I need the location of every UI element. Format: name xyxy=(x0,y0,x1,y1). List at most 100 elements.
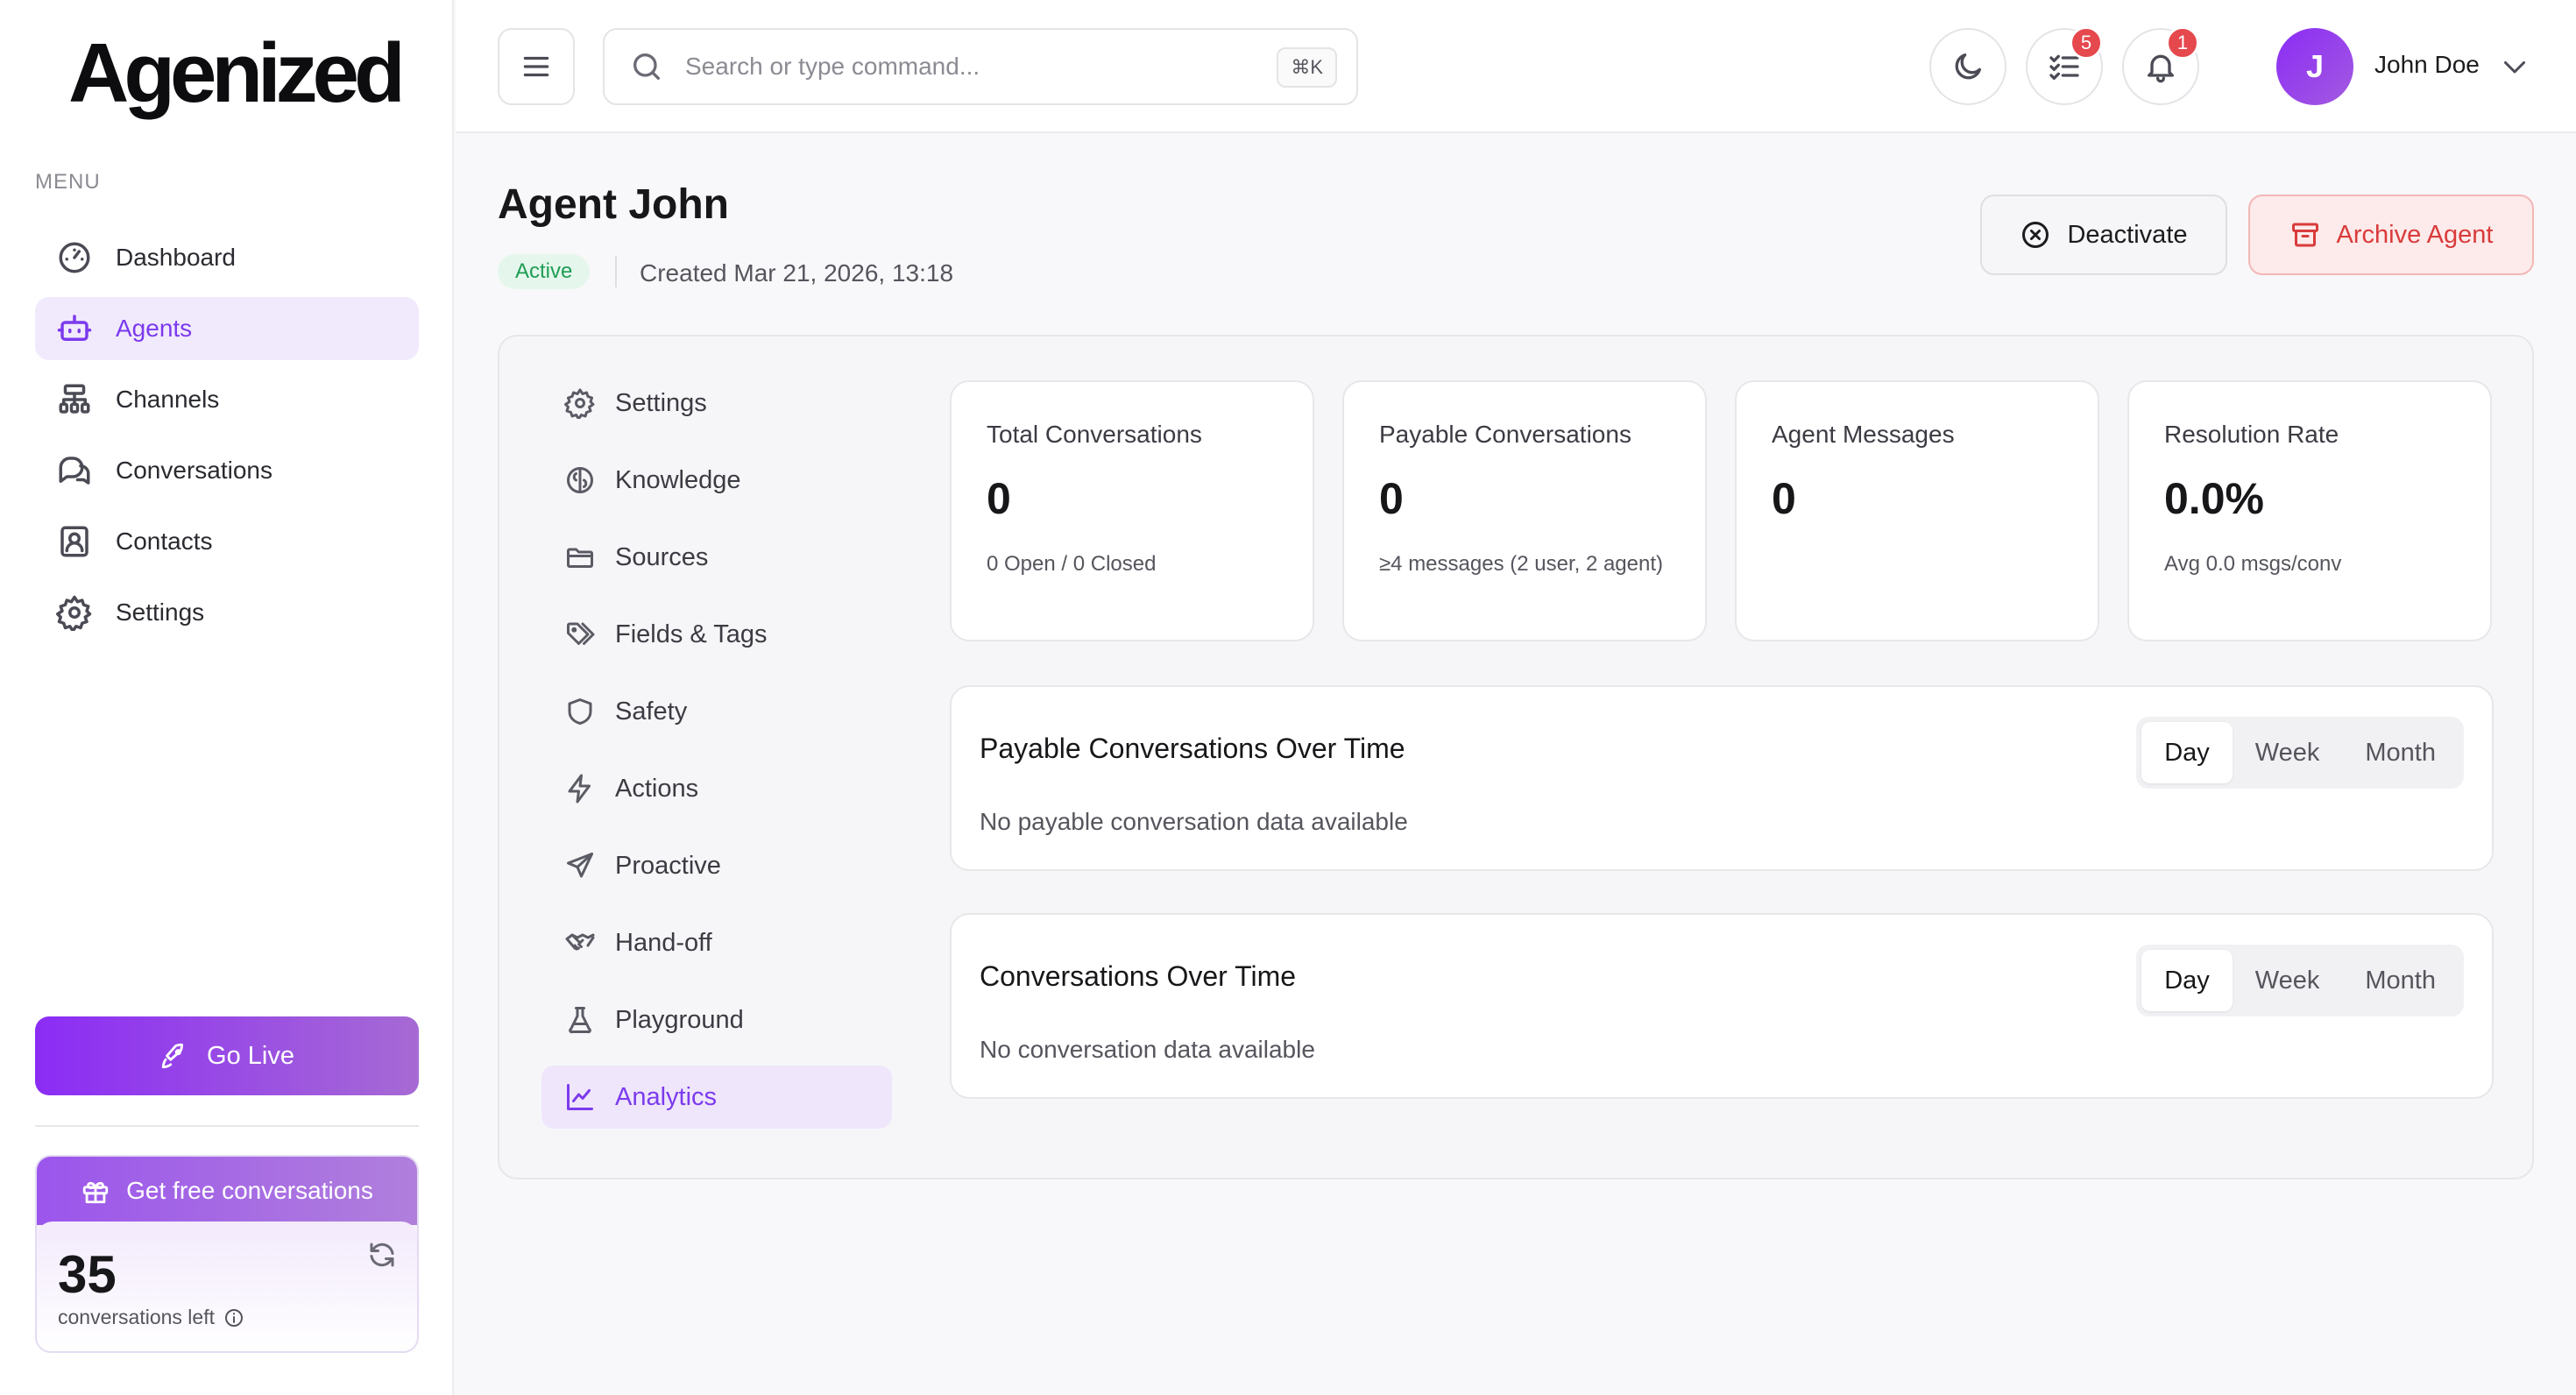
go-live-button[interactable]: Go Live xyxy=(35,1016,419,1095)
status-badge: Active xyxy=(498,254,591,289)
stat-value: 0 xyxy=(1772,474,1796,523)
stat-card-resolution-rate: Resolution Rate 0.0% Avg 0.0 msgs/conv xyxy=(2127,380,2492,641)
gift-icon xyxy=(82,1181,109,1204)
nav-item-agents[interactable]: Agents xyxy=(35,297,419,360)
search-bar[interactable]: ⌘K xyxy=(603,28,1358,105)
tab-sources[interactable]: Sources xyxy=(541,526,892,589)
stat-card-total-conversations: Total Conversations 0 0 Open / 0 Closed xyxy=(950,380,1314,641)
chart-empty-message: No payable conversation data available xyxy=(980,808,1408,835)
nav-item-contacts[interactable]: Contacts xyxy=(35,510,419,573)
tab-label: Settings xyxy=(615,388,707,417)
topbar: ⌘K 5 1 J John Doe xyxy=(456,0,2576,133)
range-week-button[interactable]: Week xyxy=(2233,950,2343,1011)
tab-hand-off[interactable]: Hand-off xyxy=(541,911,892,974)
x-circle-icon xyxy=(2022,222,2049,248)
nav-item-conversations[interactable]: Conversations xyxy=(35,439,419,502)
user-name[interactable]: John Doe xyxy=(2374,51,2480,79)
gauge-icon xyxy=(59,242,90,273)
contact-icon xyxy=(60,526,88,557)
moon-icon xyxy=(1955,53,1981,80)
conversations-chart-card: Conversations Over Time No conversation … xyxy=(950,913,2494,1099)
notifications-badge: 1 xyxy=(2166,26,2199,60)
tab-label: Hand-off xyxy=(615,928,712,957)
menu-toggle-button[interactable] xyxy=(498,28,575,105)
stat-sub: Avg 0.0 msgs/conv xyxy=(2164,552,2342,576)
range-day-button[interactable]: Day xyxy=(2141,950,2233,1011)
tab-knowledge[interactable]: Knowledge xyxy=(541,449,892,512)
nav-item-settings[interactable]: Settings xyxy=(35,581,419,644)
tab-label: Proactive xyxy=(615,851,721,880)
chat-icon xyxy=(59,457,90,485)
tasks-button[interactable]: 5 xyxy=(2026,26,2103,105)
tab-settings[interactable]: Settings xyxy=(541,372,892,435)
stat-card-payable-conversations: Payable Conversations 0 ≥4 messages (2 u… xyxy=(1342,380,1707,641)
nav-label: Channels xyxy=(116,386,220,413)
tab-label: Fields & Tags xyxy=(615,620,768,648)
range-day-button[interactable]: Day xyxy=(2141,722,2233,783)
shield-icon xyxy=(568,698,592,725)
created-date: Created Mar 21, 2026, 13:18 xyxy=(640,259,954,287)
stat-label: Payable Conversations xyxy=(1379,421,1631,448)
archive-agent-button[interactable]: Archive Agent xyxy=(2248,195,2534,275)
avatar[interactable]: J xyxy=(2276,28,2353,105)
brain-icon xyxy=(567,467,593,493)
theme-toggle-button[interactable] xyxy=(1929,28,2006,105)
refresh-icon[interactable] xyxy=(366,1239,398,1271)
tab-label: Playground xyxy=(615,1005,744,1034)
promo-title: Get free conversations xyxy=(126,1177,373,1204)
search-input[interactable] xyxy=(685,53,1228,81)
stat-label: Resolution Rate xyxy=(2164,421,2339,448)
tab-label: Analytics xyxy=(615,1082,718,1111)
header-divider xyxy=(615,256,617,287)
tab-proactive[interactable]: Proactive xyxy=(541,834,892,897)
nav-label: Dashboard xyxy=(116,244,236,271)
tab-analytics[interactable]: Analytics xyxy=(541,1066,892,1129)
time-range-toggle: Day Week Month xyxy=(2136,945,2464,1016)
stat-label: Agent Messages xyxy=(1772,421,1955,448)
sidebar-divider xyxy=(35,1125,419,1127)
promo-body: 35 conversations left xyxy=(37,1222,417,1351)
stat-label: Total Conversations xyxy=(987,421,1202,448)
chevron-down-icon[interactable] xyxy=(2499,51,2530,82)
rocket-icon xyxy=(161,1043,183,1069)
send-icon xyxy=(567,853,593,878)
stat-sub: ≥4 messages (2 user, 2 agent) xyxy=(1379,552,1664,576)
search-icon xyxy=(633,53,660,81)
stat-value: 0 xyxy=(987,474,1011,523)
tab-label: Sources xyxy=(615,542,709,571)
conversations-left-label: conversations left xyxy=(58,1306,244,1329)
tab-actions[interactable]: Actions xyxy=(541,757,892,820)
nav-label: Conversations xyxy=(116,457,272,484)
network-icon xyxy=(59,384,90,414)
range-month-button[interactable]: Month xyxy=(2342,950,2459,1011)
chart-empty-message: No conversation data available xyxy=(980,1036,1315,1063)
handshake-icon xyxy=(565,933,595,951)
sidebar: Agenized MENU Dashboard Agents Channels … xyxy=(0,0,454,1395)
tasks-badge: 5 xyxy=(2070,26,2103,60)
conversations-left-text: conversations left xyxy=(58,1306,215,1328)
logo[interactable]: Agenized xyxy=(68,32,406,116)
tab-playground[interactable]: Playground xyxy=(541,988,892,1052)
nav-label: Settings xyxy=(116,598,205,626)
tab-label: Actions xyxy=(615,774,699,803)
free-conversations-card: Get free conversations 35 conversations … xyxy=(35,1155,419,1353)
tab-label: Knowledge xyxy=(615,465,741,494)
payable-conversations-chart-card: Payable Conversations Over Time No payab… xyxy=(950,685,2494,871)
range-week-button[interactable]: Week xyxy=(2233,722,2343,783)
info-icon[interactable] xyxy=(223,1307,244,1328)
gear-icon xyxy=(56,595,92,631)
stat-value: 0.0% xyxy=(2164,474,2264,523)
conversations-left-count: 35 xyxy=(58,1245,117,1304)
nav-label: Contacts xyxy=(116,528,213,555)
get-free-conversations-button[interactable]: Get free conversations xyxy=(37,1157,417,1225)
nav-item-channels[interactable]: Channels xyxy=(35,368,419,431)
notifications-button[interactable]: 1 xyxy=(2122,26,2199,105)
go-live-label: Go Live xyxy=(207,1041,294,1070)
range-month-button[interactable]: Month xyxy=(2342,722,2459,783)
tab-fields-tags[interactable]: Fields & Tags xyxy=(541,603,892,666)
stat-value: 0 xyxy=(1379,474,1404,523)
tab-safety[interactable]: Safety xyxy=(541,680,892,743)
deactivate-button[interactable]: Deactivate xyxy=(1980,195,2227,275)
nav-item-dashboard[interactable]: Dashboard xyxy=(35,226,419,289)
menu-title: MENU xyxy=(35,170,101,194)
